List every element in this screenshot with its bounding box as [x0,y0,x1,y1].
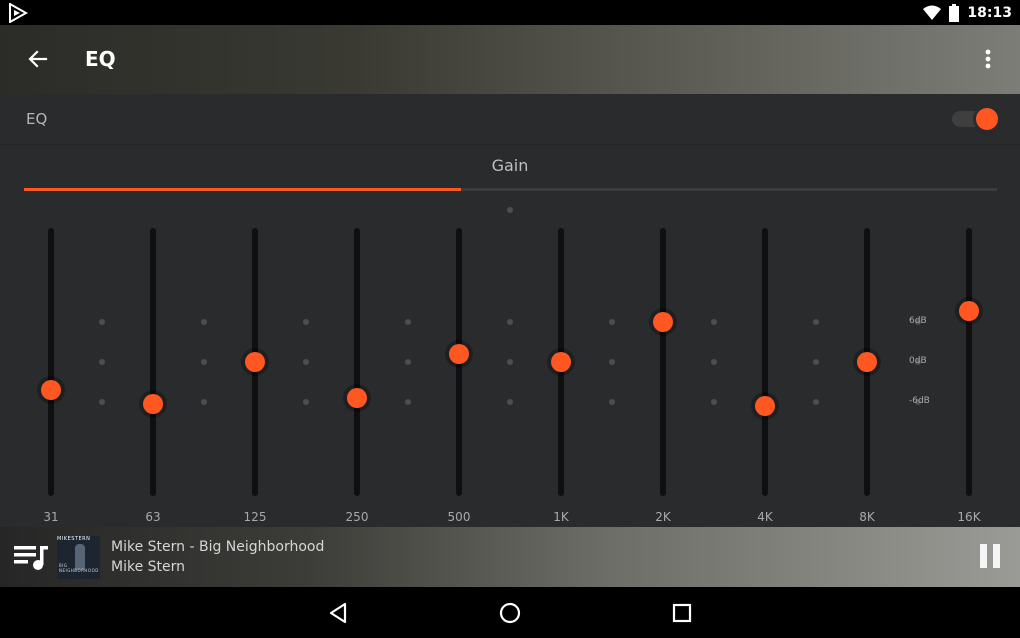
scale-dot [711,318,717,325]
scale-dot [711,399,717,406]
band-frequency-label: 31 [43,510,59,524]
scale-dot [813,399,819,406]
status-time: 18:13 [967,4,1012,21]
band-frequency-label: 16K [957,510,981,524]
band-frequency-label: 2K [655,510,671,524]
scale-dot [201,359,207,365]
page-title: EQ [85,47,116,71]
scale-dot [303,399,309,406]
scale-dot [99,318,105,325]
home-circle-icon[interactable] [496,599,524,627]
album-art-title: MIKESTERN [57,536,91,542]
album-art-subtitle: BIG NEIGHBORHOOD [59,563,99,573]
more-vert-icon[interactable] [974,45,1002,73]
scale-dot [507,359,513,365]
song-title: Mike Stern - Big Neighborhood [111,539,325,555]
eq-slider-knob-31[interactable] [41,380,61,401]
band-frequency-label: 4K [757,510,773,524]
eq-slider-knob-16K[interactable] [959,301,979,322]
eq-slider-knob-125[interactable] [245,352,265,372]
scale-dot [711,359,717,365]
mini-player[interactable]: MIKESTERN BIG NEIGHBORHOOD Mike Stern - … [0,527,1020,587]
queue-music-icon[interactable] [14,544,48,572]
band-frequency-label: 250 [345,510,369,524]
eq-bands: 6dB 0dB -6dB 31 63 125 250 500 1K 2K 4K 8K 16K [0,190,1020,527]
back-triangle-icon[interactable] [325,599,353,627]
scale-dot [609,318,615,325]
tab-gain[interactable]: Gain [0,146,1020,191]
eq-slider-track-2K[interactable] [660,228,666,496]
eq-slider-track-4K[interactable] [762,228,768,496]
eq-slider-knob-500[interactable] [449,343,469,364]
eq-slider-knob-1K[interactable] [551,352,571,372]
scale-dot [507,399,513,406]
recents-square-icon[interactable] [668,599,696,627]
band-frequency-label: 125 [243,510,267,524]
scale-dot [405,399,411,406]
eq-slider-track-63[interactable] [150,228,156,496]
eq-slider-track-31[interactable] [48,228,54,496]
pause-icon[interactable] [978,544,1002,570]
eq-toggle-switch[interactable] [952,108,1000,130]
scale-dot [303,318,309,325]
eq-slider-knob-2K[interactable] [653,311,673,332]
navigation-bar [0,587,1020,638]
scale-dot [507,207,513,213]
scale-dot [609,359,615,365]
arrow-back-icon[interactable] [24,45,52,73]
eq-slider-knob-250[interactable] [347,388,367,409]
eq-slider-track-16K[interactable] [966,228,972,496]
album-art[interactable]: MIKESTERN BIG NEIGHBORHOOD [57,536,100,579]
artist-name: Mike Stern [111,559,186,575]
db-label: 0dB [909,356,927,366]
eq-toggle-row: EQ [0,94,1020,145]
scale-dot [201,318,207,325]
band-frequency-label: 63 [145,510,161,524]
db-label: -6dB [909,396,930,407]
app-play-icon [9,3,28,23]
scale-dot [813,318,819,325]
eq-slider-track-250[interactable] [354,228,360,496]
tab-gain-label: Gain [491,156,529,175]
status-bar: 18:13 [0,0,1020,25]
scale-dot [609,399,615,406]
toggle-knob [976,108,998,130]
scale-dot [507,318,513,325]
band-frequency-label: 8K [859,510,875,524]
eq-toggle-label: EQ [26,110,48,128]
scale-dot [201,399,207,406]
scale-dot [303,359,309,365]
wifi-icon [923,5,942,20]
battery-icon [949,3,960,22]
eq-slider-knob-63[interactable] [143,393,163,414]
band-frequency-label: 1K [553,510,569,524]
eq-slider-knob-4K[interactable] [755,396,775,417]
scale-dot [99,359,105,365]
scale-dot [99,399,105,406]
db-label: 6dB [909,315,927,326]
scale-dot [405,318,411,325]
toolbar: EQ [0,25,1020,94]
scale-dot [813,359,819,365]
band-frequency-label: 500 [447,510,471,524]
eq-slider-knob-8K[interactable] [857,352,877,372]
scale-dot [405,359,411,365]
eq-panel: EQ Gain 6dB 0dB -6dB 31 63 125 250 500 1K 2K 4K 8K 1… [0,94,1020,527]
